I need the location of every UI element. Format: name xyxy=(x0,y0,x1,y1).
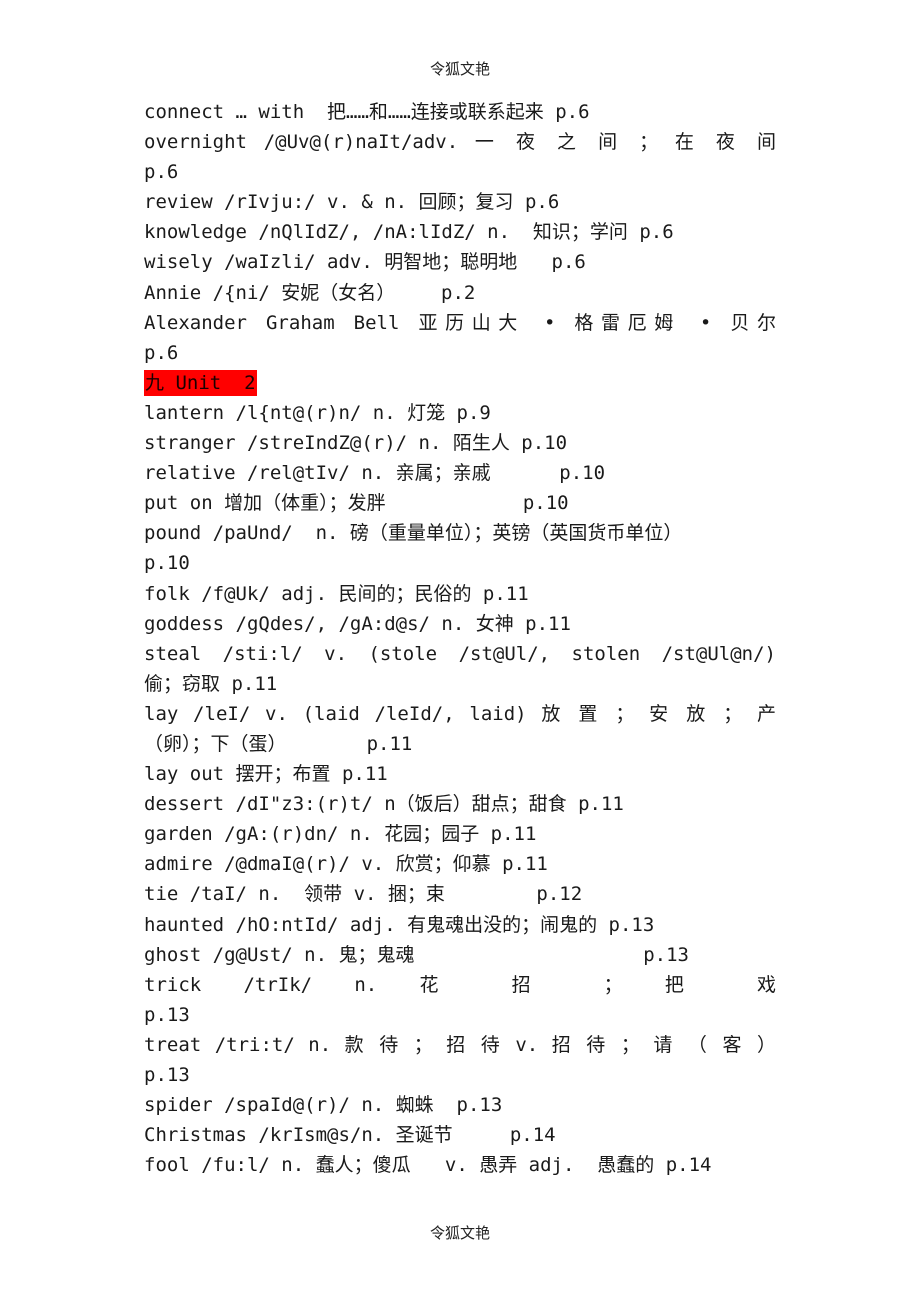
vocabulary-entry: garden /gA:(r)dn/ n. 花园；园子 p.11 xyxy=(144,823,537,846)
vocabulary-entry: ghost /g@Ust/ n. 鬼；鬼魂 p.13 xyxy=(144,943,689,966)
vocabulary-entry: wisely /waIzli/ adv. 明智地；聪明地 p.6 xyxy=(144,251,586,274)
vocabulary-entry: stranger /streIndZ@(r)/ n. 陌生人 p.10 xyxy=(144,432,568,455)
vocabulary-entry: Annie /{ni/ 安妮（女名） p.2 xyxy=(144,281,476,304)
vocabulary-entry: p.6 xyxy=(144,161,179,184)
vocabulary-entry: p.6 xyxy=(144,341,179,364)
page-footer: 令狐文艳 xyxy=(429,1224,490,1242)
vocabulary-entry: p.13 xyxy=(144,1003,190,1026)
vocabulary-entry: p.10 xyxy=(144,552,190,575)
vocabulary-entry: tie /taI/ n. 领带 v. 捆；束 p.12 xyxy=(144,883,583,906)
unit-heading: 九 Unit 2 xyxy=(144,369,257,396)
vocabulary-entry: fool /fu:l/ n. 蠢人；傻瓜 v. 愚弄 adj. 愚蠢的 p.14 xyxy=(144,1154,712,1177)
vocabulary-entry: 偷；窃取 p.11 xyxy=(144,672,278,695)
vocabulary-entry: knowledge /nQlIdZ/, /nA:lIdZ/ n. 知识；学问 p… xyxy=(144,221,674,244)
vocabulary-list: connect … with 把……和……连接或联系起来 p.6 overnigh… xyxy=(144,97,776,1180)
vocabulary-entry: lay /leI/ v. (laid /leId/, laid) 放 置 ； 安… xyxy=(144,702,776,725)
vocabulary-entry: put on 增加（体重）；发胖 p.10 xyxy=(144,492,569,515)
vocabulary-entry: haunted /hO:ntId/ adj. 有鬼魂出没的；闹鬼的 p.13 xyxy=(144,913,655,936)
vocabulary-entry: admire /@dmaI@(r)/ v. 欣赏；仰慕 p.11 xyxy=(144,853,548,876)
unit-heading-line: 九 Unit 2 xyxy=(144,368,776,398)
vocabulary-entry: connect … with 把……和……连接或联系起来 p.6 xyxy=(144,101,590,123)
vocabulary-entry: steal /sti:l/ v. (stole /st@Ul/, stolen … xyxy=(144,642,776,665)
vocabulary-entry: review /rIvju:/ v. & n. 回顾；复习 p.6 xyxy=(144,191,560,214)
vocabulary-entry: pound /paUnd/ n. 磅（重量单位）；英镑（英国货币单位） xyxy=(144,522,683,545)
page-header: 令狐文艳 xyxy=(429,60,490,78)
vocabulary-entry: Alexander Graham Bell 亚历山大 • 格雷厄姆 • 贝尔 xyxy=(144,311,776,334)
vocabulary-entry: overnight /@Uv@(r)naIt/adv. 一 夜 之 间 ； 在 … xyxy=(144,131,776,154)
vocabulary-entry: dessert /dI"z3:(r)t/ n（饭后）甜点；甜食 p.11 xyxy=(144,793,624,816)
vocabulary-entry: spider /spaId@(r)/ n. 蜘蛛 p.13 xyxy=(144,1094,503,1117)
vocabulary-entry: lantern /l{nt@(r)n/ n. 灯笼 p.9 xyxy=(144,401,491,424)
vocabulary-entry: p.13 xyxy=(144,1064,190,1086)
vocabulary-entry: Christmas /krIsm@s/n. 圣诞节 p.14 xyxy=(144,1124,556,1147)
vocabulary-entry: goddess /gQdes/, /gA:d@s/ n. 女神 p.11 xyxy=(144,612,571,635)
vocabulary-entry: （卵）；下（蛋） p.11 xyxy=(144,732,413,755)
vocabulary-entry: trick /trIk/ n. 花 招 ； 把 戏 xyxy=(144,973,776,996)
vocabulary-entry: treat /tri:t/ n. 款 待 ； 招 待 v. 招 待 ； 请 （ … xyxy=(144,1033,776,1056)
vocabulary-entry: relative /rel@tIv/ n. 亲属；亲戚 p.10 xyxy=(144,462,606,485)
vocabulary-entry: lay out 摆开；布置 p.11 xyxy=(144,763,388,786)
vocabulary-entry: folk /f@Uk/ adj. 民间的；民俗的 p.11 xyxy=(144,582,529,605)
